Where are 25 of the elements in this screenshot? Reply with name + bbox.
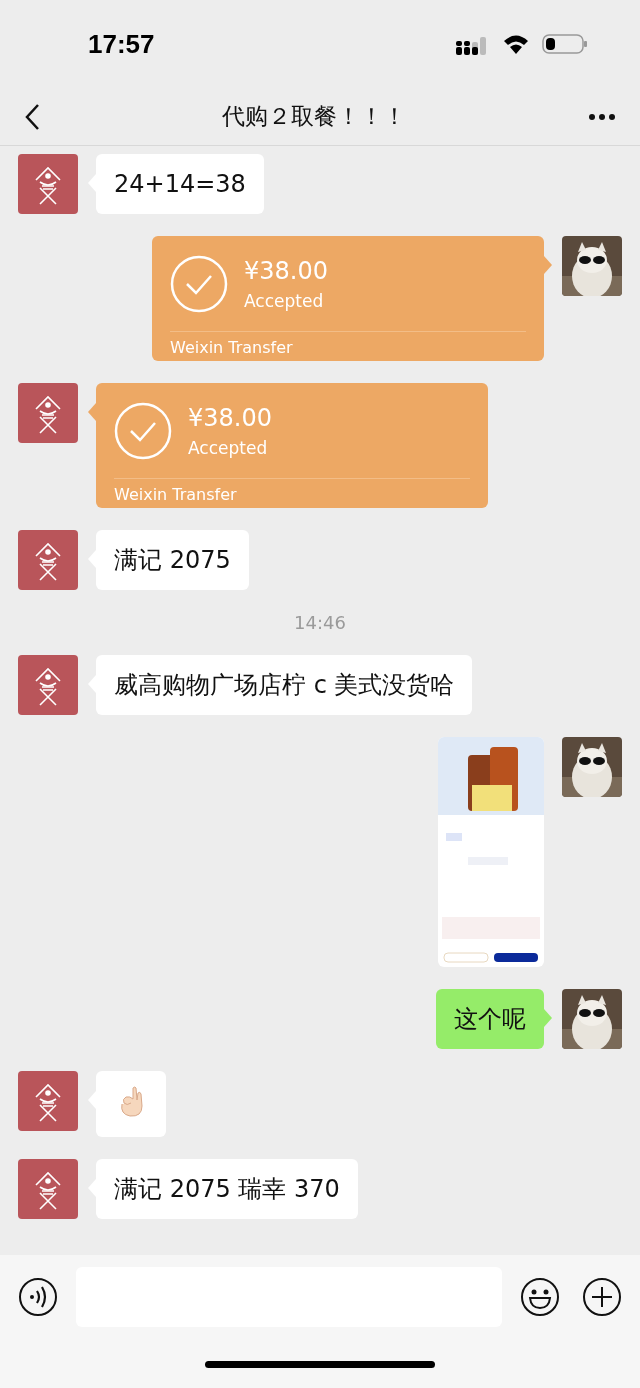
status-time: 17:57 [88, 28, 155, 60]
message-bubble: 满记 2075 瑞幸 370 [96, 1159, 358, 1219]
back-icon [24, 102, 40, 131]
more-icon [588, 112, 616, 121]
message-bubble: 24+14=38 [96, 154, 264, 214]
message-bubble: 威高购物广场店柠 c 美式没货哈 [96, 655, 473, 715]
transfer-amount: ¥38.00 [188, 403, 272, 432]
message-bubble: 满记 2075 [96, 530, 249, 590]
transfer-label: Weixin Transfer [114, 484, 238, 504]
battery-icon [542, 33, 588, 55]
transfer-card[interactable]: ¥38.00 Accepted Weixin Transfer [152, 236, 544, 361]
transfer-status: Accepted [188, 437, 269, 458]
transfer-card[interactable]: ¥38.00 Accepted Weixin Transfer [96, 383, 488, 508]
transfer-amount: ¥38.00 [244, 256, 328, 285]
check-circle-icon [170, 254, 228, 313]
check-circle-icon [114, 401, 172, 460]
message-bubble: 这个呢 [436, 989, 544, 1049]
plus-icon [582, 1277, 622, 1317]
timestamp: 14:46 [294, 612, 346, 633]
chat-title: 代购２取餐！！！ [222, 102, 406, 131]
transfer-label: Weixin Transfer [170, 337, 294, 357]
smiley-icon [520, 1277, 560, 1317]
transfer-status: Accepted [244, 290, 325, 311]
wifi-icon [502, 33, 530, 55]
voice-icon [18, 1277, 58, 1317]
